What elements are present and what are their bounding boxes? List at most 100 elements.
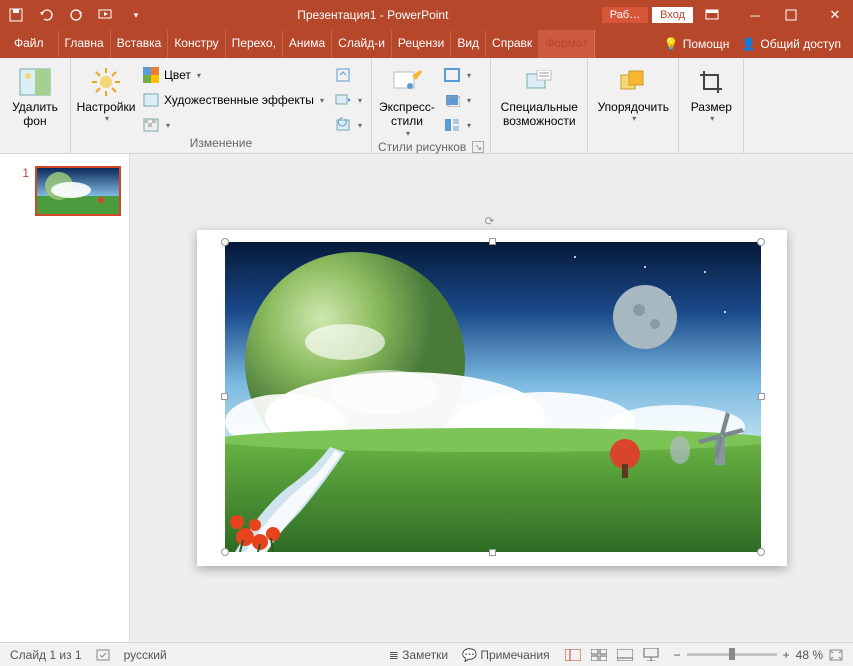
- slide-canvas[interactable]: ⟳: [197, 230, 787, 566]
- work-account-button[interactable]: Раб…: [602, 7, 648, 23]
- title-bar: ▾ Презентация1 - PowerPoint Раб… Вход ─ …: [0, 0, 853, 30]
- compress-icon: [334, 66, 352, 84]
- crop-icon: [695, 66, 727, 98]
- tab-home[interactable]: Главна: [59, 30, 111, 58]
- slide-thumbnails-panel[interactable]: 1: [0, 154, 130, 642]
- slideshow-view-icon[interactable]: [642, 648, 660, 662]
- sign-in-button[interactable]: Вход: [652, 7, 693, 23]
- arrange-icon: [617, 66, 649, 98]
- tab-slideshow[interactable]: Слайд-и: [332, 30, 392, 58]
- notes-button[interactable]: ≣ Заметки: [389, 648, 448, 662]
- ribbon-display-icon[interactable]: [705, 9, 725, 21]
- quick-access-toolbar: ▾: [8, 7, 144, 23]
- size-button[interactable]: Размер▾: [685, 64, 737, 126]
- dialog-launcher-icon[interactable]: ↘: [472, 141, 484, 153]
- minimize-icon[interactable]: ─: [745, 8, 765, 23]
- tab-view[interactable]: Вид: [451, 30, 486, 58]
- group-adjust: Настройки▾ Цвет▾ Художественные эффекты▾…: [71, 58, 372, 153]
- reading-view-icon[interactable]: [616, 648, 634, 662]
- reset-picture-button[interactable]: ▾: [331, 114, 365, 136]
- picture-effects-button[interactable]: ▾: [440, 89, 474, 111]
- share-button[interactable]: 👤Общий доступ: [741, 37, 841, 51]
- tab-help[interactable]: Справк: [486, 30, 539, 58]
- maximize-icon[interactable]: [785, 9, 805, 21]
- zoom-controls: − + 48 %: [674, 648, 843, 662]
- transparency-button[interactable]: ▾: [139, 114, 327, 136]
- group-remove-bg: Удалить фон: [0, 58, 71, 153]
- tab-format[interactable]: Формат: [539, 30, 595, 58]
- tab-design[interactable]: Констру: [168, 30, 225, 58]
- rotation-handle[interactable]: ⟳: [485, 214, 501, 230]
- fit-to-window-icon[interactable]: [829, 649, 843, 661]
- tab-transitions[interactable]: Перехо,: [226, 30, 283, 58]
- resize-handle-e[interactable]: [758, 393, 765, 400]
- zoom-out-button[interactable]: −: [674, 648, 681, 662]
- change-picture-button[interactable]: ▾: [331, 89, 365, 111]
- qat-more-icon[interactable]: ▾: [128, 7, 144, 23]
- spellcheck-icon[interactable]: [96, 648, 110, 662]
- transparency-icon: [142, 116, 160, 134]
- picture-layout-button[interactable]: ▾: [440, 114, 474, 136]
- tab-review[interactable]: Рецензи: [392, 30, 451, 58]
- lightbulb-icon: 💡: [664, 37, 679, 51]
- tell-me-button[interactable]: 💡Помощн: [664, 37, 730, 51]
- resize-handle-n[interactable]: [489, 238, 496, 245]
- tab-file[interactable]: Файл: [0, 30, 59, 58]
- alt-text-button[interactable]: Специальные возможности: [497, 64, 581, 131]
- workspace: 1: [0, 154, 853, 642]
- accessibility-icon: [523, 66, 555, 98]
- group-label-adjust: Изменение: [190, 136, 252, 150]
- reset-icon: [334, 116, 352, 134]
- effects-icon: [142, 91, 160, 109]
- color-palette-icon: [142, 66, 160, 84]
- tab-animations[interactable]: Анима: [283, 30, 332, 58]
- zoom-in-button[interactable]: +: [783, 648, 790, 662]
- picture-border-button[interactable]: ▾: [440, 64, 474, 86]
- corrections-button[interactable]: Настройки▾: [77, 64, 135, 126]
- group-picture-styles: Экспресс- стили▾ ▾ ▾ ▾ Стили рисунков ↘: [372, 58, 491, 153]
- brightness-icon: [90, 66, 122, 98]
- ribbon: Удалить фон Настройки▾ Цвет▾ Художествен…: [0, 58, 853, 154]
- tab-insert[interactable]: Вставка: [111, 30, 169, 58]
- remove-background-button[interactable]: Удалить фон: [6, 64, 64, 131]
- resize-handle-w[interactable]: [221, 393, 228, 400]
- undo-icon[interactable]: [38, 7, 54, 23]
- resize-handle-s[interactable]: [489, 549, 496, 556]
- window-title: Презентация1 - PowerPoint: [144, 8, 602, 22]
- paint-brush-icon: [391, 66, 423, 98]
- thumbnail-number: 1: [22, 166, 29, 216]
- group-arrange: Упорядочить▾: [588, 58, 679, 153]
- sorter-view-icon[interactable]: [590, 648, 608, 662]
- account-area: Раб… Вход: [602, 7, 693, 23]
- share-icon: 👤: [741, 37, 756, 51]
- slide-editor[interactable]: ⟳: [130, 154, 853, 642]
- ribbon-tabs: Файл Главна Вставка Констру Перехо, Аним…: [0, 30, 853, 58]
- slide-counter[interactable]: Слайд 1 из 1: [10, 648, 82, 662]
- comments-button[interactable]: 💬 Примечания: [462, 648, 550, 662]
- quick-styles-button[interactable]: Экспресс- стили▾: [378, 64, 436, 140]
- language-indicator[interactable]: русский: [124, 648, 167, 662]
- remove-bg-icon: [19, 66, 51, 98]
- resize-handle-se[interactable]: [757, 548, 765, 556]
- group-accessibility: Специальные возможности: [491, 58, 588, 153]
- view-buttons: [564, 648, 660, 662]
- resize-handle-ne[interactable]: [757, 238, 765, 246]
- zoom-level[interactable]: 48 %: [796, 648, 823, 662]
- save-icon[interactable]: [8, 7, 24, 23]
- color-button[interactable]: Цвет▾: [139, 64, 327, 86]
- redo-icon[interactable]: [68, 7, 84, 23]
- group-size: Размер▾: [679, 58, 744, 153]
- slide-thumbnail-1[interactable]: [35, 166, 121, 216]
- group-label-styles: Стили рисунков: [378, 140, 466, 154]
- arrange-button[interactable]: Упорядочить▾: [594, 64, 672, 126]
- close-icon[interactable]: ✕: [825, 7, 845, 23]
- resize-handle-sw[interactable]: [221, 548, 229, 556]
- artistic-effects-button[interactable]: Художественные эффекты▾: [139, 89, 327, 111]
- resize-handle-nw[interactable]: [221, 238, 229, 246]
- picture-layout-icon: [443, 116, 461, 134]
- normal-view-icon[interactable]: [564, 648, 582, 662]
- compress-pictures-button[interactable]: [331, 64, 365, 86]
- zoom-slider[interactable]: [687, 653, 777, 656]
- start-slideshow-icon[interactable]: [98, 7, 114, 23]
- selected-picture[interactable]: ⟳: [225, 242, 761, 552]
